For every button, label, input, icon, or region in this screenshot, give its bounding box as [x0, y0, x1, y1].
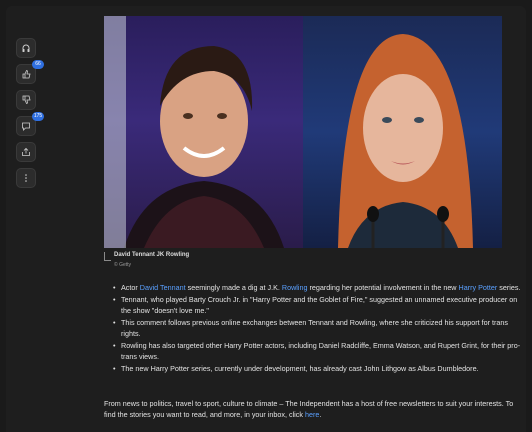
key-point: The new Harry Potter series, currently u… [113, 363, 521, 374]
key-point: Tennant, who played Barty Crouch Jr. in … [113, 294, 521, 316]
more-options-button[interactable] [16, 168, 36, 188]
share-icon [22, 147, 30, 156]
like-button[interactable]: 66 [16, 60, 44, 84]
thumbs-down-icon [22, 95, 31, 105]
caption-credit: © Getty [114, 262, 132, 268]
portrait-right [303, 16, 502, 248]
key-point: Rowling has also targeted other Harry Po… [113, 340, 521, 362]
more-icon [25, 174, 27, 182]
newsletter-paragraph: From news to politics, travel to sport, … [104, 399, 514, 419]
caption-marker [104, 252, 111, 261]
newsletter-link[interactable]: here [305, 410, 319, 419]
listen-button[interactable] [16, 38, 36, 58]
headphones-icon [22, 44, 30, 52]
comment-icon [22, 122, 30, 131]
share-button[interactable] [16, 142, 36, 162]
link-harry-potter[interactable]: Harry Potter [459, 283, 498, 292]
portrait-left [104, 16, 303, 248]
caption-text: David Tennant JK Rowling [114, 252, 190, 258]
dislike-button[interactable] [16, 90, 36, 110]
comments-button[interactable]: 175 [16, 112, 44, 136]
portrait-left-illustration [124, 46, 284, 248]
key-point: Actor David Tennant seemingly made a dig… [113, 282, 521, 293]
link-rowling[interactable]: Rowling [282, 283, 308, 292]
link-david-tennant[interactable]: David Tennant [140, 283, 186, 292]
thumbs-up-icon [22, 69, 31, 79]
article-hero-image [104, 16, 502, 248]
key-point: This comment follows previous online exc… [113, 317, 521, 339]
like-count-badge: 66 [32, 60, 44, 69]
portrait-right-illustration [338, 34, 473, 248]
action-rail: 66 175 [16, 38, 44, 194]
key-points-list: Actor David Tennant seemingly made a dig… [104, 282, 521, 375]
comment-count-badge: 175 [32, 112, 44, 121]
